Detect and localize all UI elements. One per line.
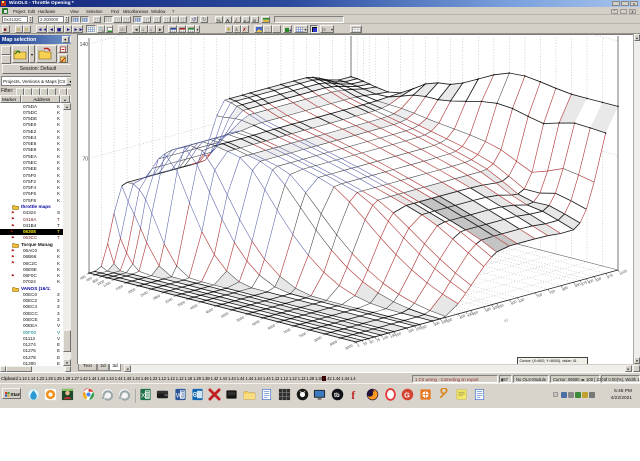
svg-text:70: 70 <box>82 157 88 163</box>
svg-text:975: 975 <box>606 273 613 279</box>
svg-text:25: 25 <box>363 341 368 346</box>
svg-text:(-): (-) <box>504 318 509 323</box>
svg-text:930: 930 <box>595 276 602 282</box>
svg-text:50: 50 <box>369 339 374 344</box>
svg-text:7000: 7000 <box>283 328 292 335</box>
svg-text:7500: 7500 <box>298 332 307 339</box>
svg-text:5500: 5500 <box>236 315 245 322</box>
svg-text:450: 450 <box>472 310 479 316</box>
svg-text:9000: 9000 <box>345 344 354 351</box>
svg-text:150: 150 <box>395 331 402 337</box>
svg-text:700: 700 <box>536 293 543 299</box>
svg-text:2400: 2400 <box>140 291 149 298</box>
svg-text:1600: 1600 <box>115 284 124 291</box>
svg-text:550: 550 <box>497 303 504 309</box>
svg-text:300: 300 <box>433 321 440 327</box>
svg-text:2800: 2800 <box>152 294 161 301</box>
svg-text:4000: 4000 <box>190 303 199 310</box>
svg-text:8000: 8000 <box>314 336 323 343</box>
svg-text:800: 800 <box>562 285 569 291</box>
svg-text:tb: tb <box>334 393 340 399</box>
svg-text:600: 600 <box>510 300 517 306</box>
svg-text:750: 750 <box>549 289 556 295</box>
svg-text:1023: 1023 <box>619 269 628 276</box>
svg-text:350: 350 <box>446 317 453 323</box>
svg-text:3600: 3600 <box>177 300 186 307</box>
svg-text:6000: 6000 <box>252 319 261 326</box>
svg-text:140: 140 <box>80 42 89 48</box>
svg-text:2: 2 <box>357 344 361 348</box>
svg-text:250: 250 <box>420 324 427 330</box>
svg-text:f: f <box>351 390 355 401</box>
svg-text:3200: 3200 <box>165 297 174 304</box>
svg-text:6500: 6500 <box>267 323 276 330</box>
svg-text:900: 900 <box>587 278 594 284</box>
svg-text:G: G <box>404 390 410 399</box>
svg-text:400: 400 <box>459 314 466 320</box>
svg-text:500: 500 <box>485 307 492 313</box>
svg-text:100: 100 <box>382 335 389 341</box>
svg-text:X: X <box>141 392 146 399</box>
svg-text:630: 630 <box>518 297 525 303</box>
svg-text:200: 200 <box>408 328 415 334</box>
svg-text:W: W <box>176 392 183 399</box>
svg-text:5000: 5000 <box>221 311 230 318</box>
svg-text:75: 75 <box>375 338 380 343</box>
svg-text:4500: 4500 <box>205 307 214 314</box>
svg-text:2000: 2000 <box>127 287 136 294</box>
svg-text:8500: 8500 <box>329 340 338 347</box>
